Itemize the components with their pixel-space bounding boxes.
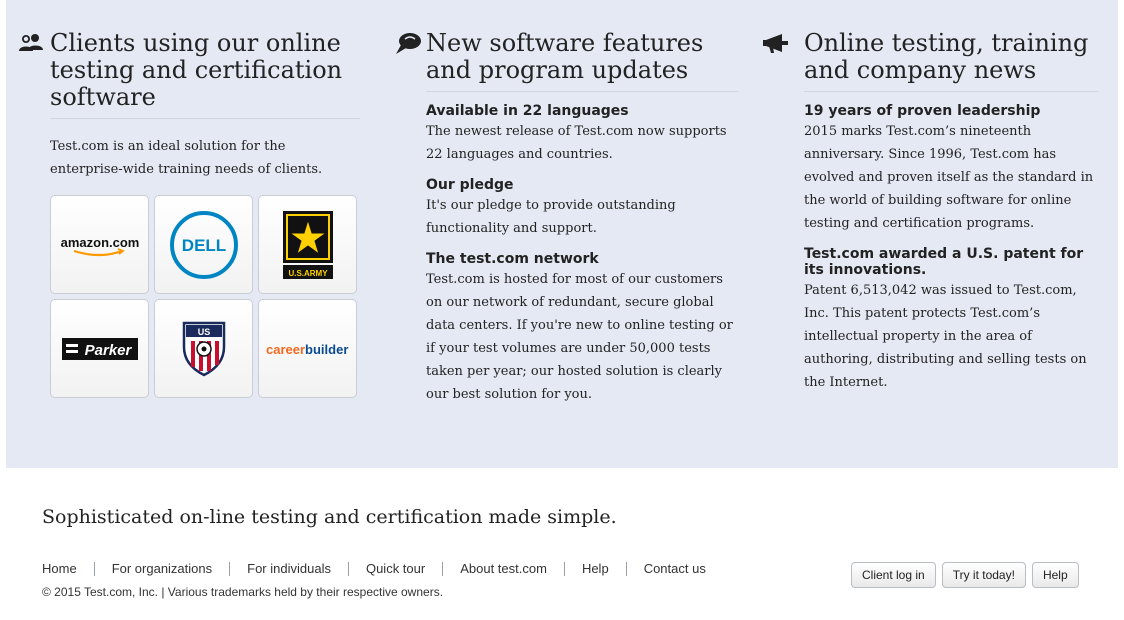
footer-buttons: Client log in Try it today! Help: [851, 562, 1079, 588]
features-column: New software features and program update…: [394, 30, 738, 406]
footer-link-quick-tour[interactable]: Quick tour: [366, 561, 425, 576]
careerbuilder-text-b: builder: [305, 342, 348, 357]
feature-body: Test.com is hosted for most of our custo…: [426, 272, 733, 402]
try-it-today-button[interactable]: Try it today!: [941, 562, 1026, 588]
feature-heading: Our pledge: [426, 177, 514, 193]
careerbuilder-logo: careerbuilder: [258, 299, 357, 398]
nav-separator: [563, 561, 565, 576]
footer-link-about[interactable]: About test.com: [460, 561, 547, 576]
divider: [804, 91, 1098, 92]
speech-bubble-icon: [394, 32, 422, 62]
nav-separator: [625, 561, 627, 576]
footer-link-help[interactable]: Help: [582, 561, 609, 576]
nav-separator: [229, 561, 231, 576]
feature-body: The newest release of Test.com now suppo…: [426, 124, 727, 162]
copyright-text: © 2015 Test.com, Inc. | Various trademar…: [42, 585, 444, 599]
dell-logo-text: DELL: [181, 236, 225, 255]
client-logo-grid: amazon.com DELL U.S.ARMY Parker US caree…: [50, 195, 360, 398]
megaphone-icon: [762, 32, 794, 60]
feature-heading: Available in 22 languages: [426, 103, 629, 119]
news-heading: Online testing, training and company new…: [762, 30, 1098, 84]
parker-logo-text: Parker: [84, 342, 132, 359]
parker-logo: Parker: [50, 299, 149, 398]
footer-link-home[interactable]: Home: [42, 561, 77, 576]
help-button[interactable]: Help: [1031, 562, 1079, 588]
feature-item: The test.com network Test.com is hosted …: [426, 251, 738, 406]
svg-text:careerbuilder: careerbuilder: [266, 342, 348, 357]
dell-logo: DELL: [154, 195, 253, 294]
client-login-button[interactable]: Client log in: [851, 562, 936, 588]
people-icon: [18, 32, 44, 59]
clients-heading: Clients using our online testing and cer…: [18, 30, 360, 111]
divider: [50, 118, 360, 119]
news-item: Test.com awarded a U.S. patent for its i…: [804, 246, 1098, 394]
footer-link-contact[interactable]: Contact us: [644, 561, 706, 576]
footer-nav: Home For organizations For individuals Q…: [42, 561, 706, 576]
nav-separator: [442, 561, 444, 576]
amazon-logo-text: amazon.com: [60, 235, 139, 250]
amazon-logo: amazon.com: [50, 195, 149, 294]
footer-link-for-individuals[interactable]: For individuals: [247, 561, 331, 576]
nav-separator: [93, 561, 95, 576]
feature-item: Our pledge It's our pledge to provide ou…: [426, 177, 738, 240]
clients-intro: Test.com is an ideal solution for the en…: [50, 139, 323, 177]
info-panel: Clients using our online testing and cer…: [6, 0, 1118, 468]
news-item-body: Patent 6,513,042 was issued to Test.com,…: [804, 283, 1087, 390]
news-item-heading: 19 years of proven leadership: [804, 103, 1041, 119]
divider: [426, 91, 738, 92]
feature-heading: The test.com network: [426, 251, 599, 267]
feature-item: Available in 22 languages The newest rel…: [426, 103, 738, 166]
us-soccer-logo-text: US: [197, 327, 210, 337]
news-item-heading: Test.com awarded a U.S. patent for its i…: [804, 246, 1084, 278]
news-item: 19 years of proven leadership 2015 marks…: [804, 103, 1098, 235]
nav-separator: [347, 561, 349, 576]
footer-tagline: Sophisticated on-line testing and certif…: [42, 506, 617, 528]
news-column: Online testing, training and company new…: [762, 30, 1098, 394]
footer-link-for-organizations[interactable]: For organizations: [112, 561, 212, 576]
news-item-body: 2015 marks Test.com’s nineteenth anniver…: [804, 124, 1094, 231]
feature-body: It's our pledge to provide outstanding f…: [426, 198, 676, 236]
careerbuilder-text-a: career: [266, 342, 305, 357]
us-army-logo-text: U.S.ARMY: [288, 269, 328, 278]
us-soccer-logo: US: [154, 299, 253, 398]
us-army-logo: U.S.ARMY: [258, 195, 357, 294]
clients-column: Clients using our online testing and cer…: [18, 30, 360, 398]
features-heading: New software features and program update…: [394, 30, 738, 84]
